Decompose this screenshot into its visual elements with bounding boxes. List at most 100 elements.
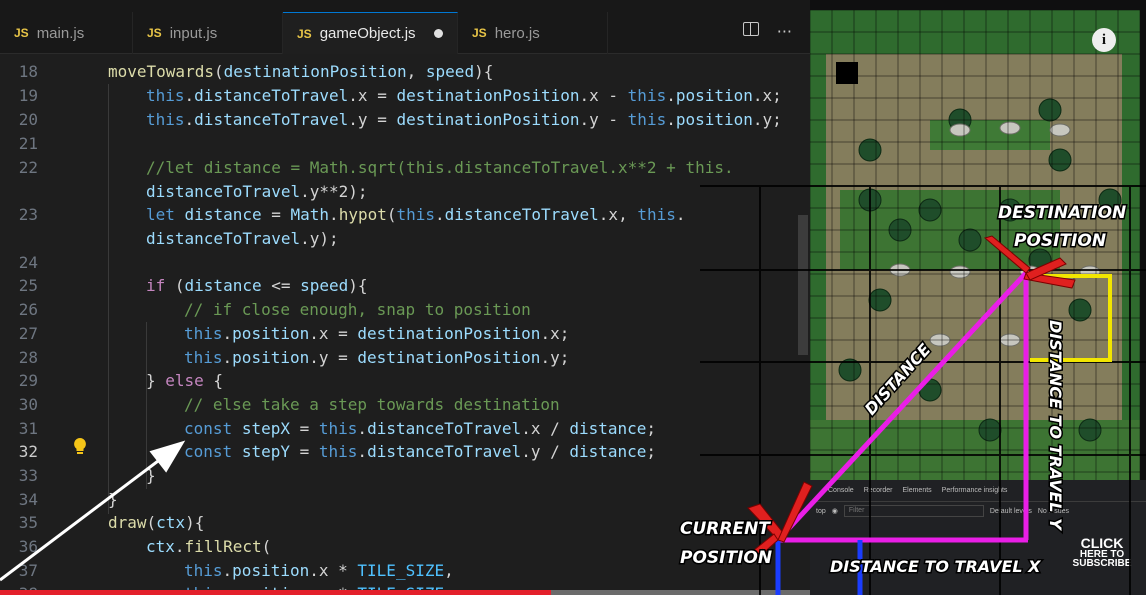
line-number: 34 [18,490,38,509]
line-number: 26 [18,300,38,319]
split-editor-icon[interactable] [742,22,759,36]
line-number: 18 [18,62,38,81]
code-text: let distance = Math.hypot(this.distanceT… [146,205,686,224]
grass-patch [930,120,1050,150]
code-line[interactable]: 27 this.position.x = destinationPosition.… [0,322,810,346]
line-number: 22 [18,158,38,177]
code-text: distanceToTravel.y); [146,229,339,248]
more-actions-icon[interactable]: ··· [777,22,792,41]
code-line[interactable]: 31 const stepX = this.distanceToTravel.x … [0,417,810,441]
eye-icon[interactable]: ◉ [832,507,838,515]
code-line[interactable]: 22 //let distance = Math.sqrt(this.distan… [0,156,810,180]
rock-icon [949,265,971,279]
line-number: 21 [18,134,38,153]
filter-input[interactable]: Filter [843,505,984,517]
hedge-right [1122,10,1140,480]
code-text: this.distanceToTravel.y = destinationPos… [146,110,782,129]
tab-elements[interactable]: Elements [902,487,931,494]
editor-tab-bar: JS main.js JS input.js JS gameObject.js … [0,0,810,54]
context-select[interactable]: top [816,508,826,515]
indent-guide [108,84,109,514]
line-number: 32 [18,442,38,461]
code-text: // if close enough, snap to position [184,300,531,319]
javascript-file-icon: JS [472,26,487,40]
code-text: const stepX = this.distanceToTravel.x / … [184,419,657,438]
code-text: draw(ctx){ [108,513,205,532]
line-number: 19 [18,86,38,105]
tree-icon [918,378,942,402]
line-number: 37 [18,561,38,580]
code-text: } [146,466,156,485]
subscribe-button[interactable]: CLICK HERE TO SUBSCRIBE [1072,535,1132,569]
tab-console[interactable]: Console [828,487,854,494]
tree-icon [958,228,982,252]
code-text: moveTowards(destinationPosition, speed){ [108,62,494,81]
scrollbar-thumb[interactable] [798,215,808,355]
tree-icon [918,198,942,222]
info-icon[interactable]: i [1092,28,1116,52]
code-line[interactable]: 30 // else take a step towards destinatio… [0,393,810,417]
code-line[interactable]: 29} else { [0,369,810,393]
tab-input-js[interactable]: JS input.js [133,12,283,54]
code-text: if (distance <= speed){ [146,276,368,295]
code-line[interactable]: 32 const stepY = this.distanceToTravel.y … [0,440,810,464]
code-editor: JS main.js JS input.js JS gameObject.js … [0,0,810,595]
levels-select[interactable]: Default levels [990,508,1032,515]
rock-icon [1049,123,1071,137]
code-line[interactable]: 36 ctx.fillRect( [0,535,810,559]
devtools-tabs: Console Recorder Elements Performance in… [810,480,1146,502]
subscribe-line: CLICK [1080,535,1124,551]
javascript-file-icon: JS [297,26,312,41]
line-number: 25 [18,276,38,295]
code-line[interactable]: distanceToTravel.y); [0,227,810,251]
code-line[interactable]: 26 // if close enough, snap to position [0,298,810,322]
code-line[interactable]: 33} [0,464,810,488]
lightbulb-icon[interactable] [72,437,88,455]
tab-label: main.js [36,24,85,42]
tree-icon [998,198,1022,222]
code-text: } else { [146,371,224,390]
issues-badge[interactable]: No Issues [1038,508,1069,515]
tab-main-js[interactable]: JS main.js [0,12,133,54]
code-line[interactable]: 20 this.distanceToTravel.y = destinationP… [0,108,810,132]
code-line[interactable]: distanceToTravel.y**2); [0,180,810,204]
line-number: 28 [18,348,38,367]
tree-icon [868,288,892,312]
line-number: 24 [18,253,38,272]
line-number: 30 [18,395,38,414]
code-text: this.position.x * TILE_SIZE, [184,561,454,580]
line-number: 27 [18,324,38,343]
line-number: 36 [18,537,38,556]
code-line[interactable]: 34} [0,488,810,512]
code-line[interactable]: 25 if (distance <= speed){ [0,274,810,298]
code-line[interactable]: 28 this.position.y = destinationPosition.… [0,346,810,370]
tab-gameobject-js[interactable]: JS gameObject.js [283,12,458,54]
code-line[interactable]: 37 this.position.x * TILE_SIZE, [0,559,810,583]
code-line[interactable]: 23 let distance = Math.hypot(this.distanc… [0,203,810,227]
code-line[interactable]: 19 this.distanceToTravel.x = destinationP… [0,84,810,108]
game-map-canvas[interactable] [810,10,1140,480]
vertical-scrollbar[interactable] [796,60,810,595]
line-number: 31 [18,419,38,438]
rock-icon [999,121,1021,135]
rock-icon [1079,265,1101,279]
tab-recorder[interactable]: Recorder [864,487,893,494]
black-tile [836,62,858,84]
tree-icon [1038,98,1062,122]
line-number: 33 [18,466,38,485]
code-text: distanceToTravel.y**2); [146,182,368,201]
tab-hero-js[interactable]: JS hero.js [458,12,608,54]
line-number: 20 [18,110,38,129]
code-line[interactable]: 18 moveTowards(destinationPosition, speed… [0,60,810,84]
code-text: const stepY = this.distanceToTravel.y / … [184,442,657,461]
indent-guide [146,393,147,489]
tab-performance-insights[interactable]: Performance insights [942,487,1008,494]
code-line[interactable]: 21 [0,132,810,156]
code-text: this.position.x = destinationPosition.x; [184,324,570,343]
unsaved-dot-icon[interactable] [433,29,443,38]
code-text: // else take a step towards destination [184,395,560,414]
video-progress-bar[interactable] [0,590,810,595]
rock-icon [949,123,971,137]
code-line[interactable]: 35 draw(ctx){ [0,511,810,535]
code-line[interactable]: 24 [0,251,810,275]
